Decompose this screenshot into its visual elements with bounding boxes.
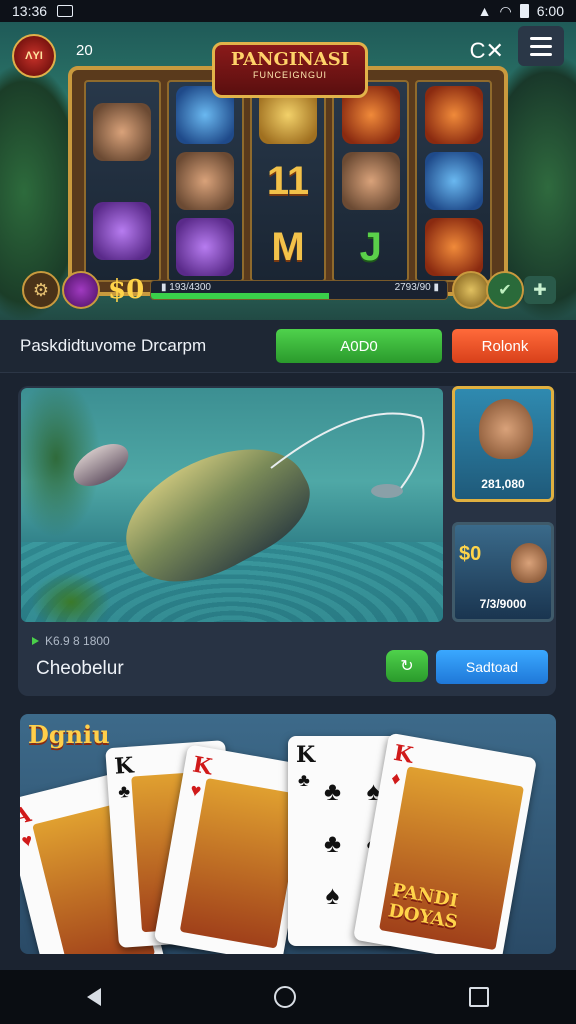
roll-button[interactable]: Rolonk	[452, 329, 558, 363]
card-rank: K	[113, 752, 135, 780]
card-rank: K	[190, 751, 215, 781]
card-rank: K	[296, 742, 316, 768]
card-game-panel[interactable]: A ♥ K ♣ K ♥ K ♣ ♣♠♣♠♠♣ K ♦ PANDI DOYAS D…	[20, 714, 556, 954]
hamburger-menu-button[interactable]	[518, 26, 564, 66]
fishing-game-card[interactable]: 281,080 $0 7/3/9000 K6.9 8 1800 Cheobelu…	[18, 386, 556, 696]
check-icon[interactable]: ✔	[486, 271, 524, 309]
thumbnail-amount: $0	[459, 543, 482, 565]
progress-fill	[151, 293, 329, 299]
game-subtitle: FUNCEIGNGUI	[253, 70, 327, 80]
gold-coin-button[interactable]	[452, 271, 490, 309]
settings-wheel-button[interactable]: ⚙	[22, 271, 60, 309]
progress-text-right: 2793/90 ▮	[394, 282, 439, 293]
warrior-face-symbol	[93, 102, 152, 161]
reel-3: 11 M	[249, 80, 327, 282]
thumbnail-adventurer[interactable]: $0 7/3/9000	[452, 522, 554, 622]
card-rank: K	[391, 739, 416, 769]
card-game-title: Dgniu	[28, 720, 110, 749]
reel-5	[415, 80, 492, 282]
win-amount: $0	[108, 275, 145, 305]
thumbnail-value: 281,080	[481, 477, 525, 491]
card-rank: A	[20, 801, 34, 831]
system-nav-bar	[0, 970, 576, 1024]
status-bar: 13:36 ▲ ◠ 6:00	[0, 0, 576, 22]
recent-apps-icon[interactable]	[469, 987, 490, 1007]
warrior-portrait	[479, 399, 533, 459]
card-suit: ♣	[117, 780, 131, 802]
card-suit: ♦	[389, 767, 403, 790]
card-suit: ♥	[188, 779, 203, 802]
card-art: PANDI DOYAS	[378, 766, 525, 951]
crowned-face-symbol	[176, 152, 235, 210]
bet-progress-bar: ▮ 193/4300 2793/90 ▮	[150, 280, 448, 300]
notification-icon	[57, 5, 74, 17]
coin-badge-label: ΛYI	[25, 50, 43, 62]
menu-line-icon	[530, 44, 552, 48]
fishing-scene-image[interactable]	[21, 388, 443, 622]
capped-man-symbol	[341, 152, 400, 210]
card-suit: ♥	[20, 829, 35, 852]
reel-1	[84, 80, 161, 282]
slot-reels-frame[interactable]: 11 M J	[68, 66, 508, 296]
progress-text-left: ▮ 193/4300	[161, 282, 211, 293]
game-title-banner: PANGINASI FUNCEIGNGUI	[212, 42, 368, 98]
purple-fish-symbol	[93, 201, 152, 260]
adventurer-portrait	[511, 543, 547, 583]
reel-2	[166, 80, 244, 282]
card-suit: ♣	[298, 770, 310, 790]
action-row: Paskdidtuvome Drcarpm A0D0 Rolonk	[0, 320, 576, 373]
play-icon	[32, 637, 39, 645]
eleven-symbol: 11	[266, 158, 310, 203]
plus-icon[interactable]: ✚	[524, 276, 556, 304]
card-caption: PANDI DOYAS	[386, 879, 460, 934]
grass-tuft	[31, 572, 111, 622]
signal-icon: ▲	[477, 3, 492, 19]
slot-control-bar: ⚙ $0 ▮ 193/4300 2793/90 ▮ ✔ ✚	[22, 268, 562, 312]
status-clock: 6:00	[536, 3, 564, 19]
reel-4: J	[332, 80, 410, 282]
battery-icon	[519, 4, 529, 18]
card-title: Cheobelur	[36, 658, 124, 679]
slot-game-hero[interactable]: ΛYI 20 C✕ 11 M J PANGINASI FUNCEIGNGUI ⚙…	[0, 22, 576, 320]
refresh-icon: ↻	[400, 658, 414, 675]
coin-badge-button[interactable]: ΛYI	[12, 34, 56, 78]
action-row-label: Paskdidtuvome Drcarpm	[20, 336, 207, 355]
home-icon[interactable]	[273, 986, 296, 1008]
refresh-button[interactable]: ↻	[386, 650, 428, 682]
menu-line-icon	[530, 52, 552, 56]
back-icon[interactable]	[86, 988, 101, 1006]
close-button[interactable]: C✕	[470, 38, 504, 64]
game-title: PANGINASI	[230, 49, 350, 70]
select-button[interactable]: Sadtoad	[436, 650, 548, 684]
status-time: 13:36	[12, 3, 48, 19]
thumbnail-warrior[interactable]: 281,080	[452, 386, 554, 502]
blue-fish-symbol	[424, 152, 483, 210]
wifi-icon: ◠	[499, 2, 512, 19]
add-button[interactable]: A0D0	[276, 329, 442, 363]
level-counter: 20	[76, 42, 93, 59]
tribal-mask-symbol	[424, 86, 483, 144]
card-meta: K6.9 8 1800	[32, 634, 110, 648]
card-meta-text: K6.9 8 1800	[45, 634, 110, 648]
thumbnail-value: 7/3/9000	[479, 597, 527, 611]
menu-line-icon	[530, 36, 552, 40]
card-art	[179, 777, 304, 949]
bonus-orb-button[interactable]	[62, 271, 100, 309]
